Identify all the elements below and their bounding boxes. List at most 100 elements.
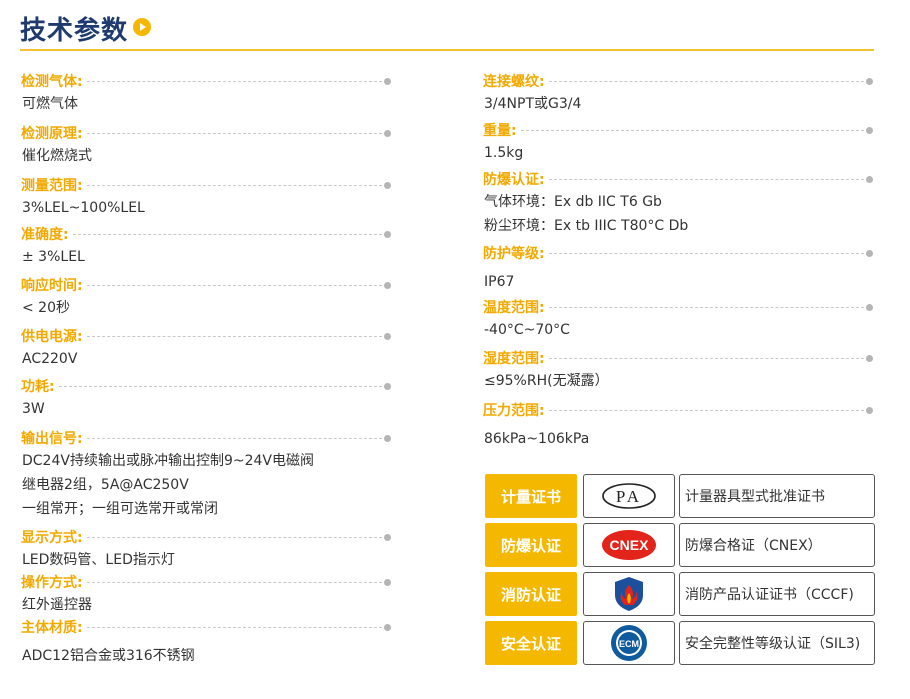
spec-label: 功耗:: [21, 379, 55, 395]
spec-item: 供电电源: AC220V: [21, 325, 391, 375]
spec-value: 86kPa~106kPa: [484, 431, 590, 447]
bullet-dot-icon: [384, 578, 391, 586]
bullet-dot-icon: [866, 354, 873, 362]
leader-line: [86, 581, 382, 583]
spec-label: 检测气体:: [21, 74, 83, 90]
bullet-dot-icon: [384, 623, 391, 631]
spec-item: 连接螺纹: 3/4NPT或G3/4: [483, 70, 873, 119]
spec-value: 催化燃烧式: [22, 148, 92, 164]
leader-line: [86, 437, 382, 439]
leader-line: [86, 284, 382, 286]
spec-label: 测量范围:: [21, 178, 83, 194]
spec-label: 操作方式:: [21, 575, 83, 591]
cccf-fire-shield-icon: [583, 572, 675, 616]
pa-logo-text: PA: [616, 487, 642, 506]
spec-value: 可燃气体: [22, 96, 78, 112]
cert-description: 计量器具型式批准证书: [679, 474, 875, 518]
spec-item: 准确度: ± 3%LEL: [21, 223, 391, 274]
spec-value: ADC12铝合金或316不锈钢: [22, 648, 195, 664]
arrow-right-icon: [133, 18, 151, 36]
cnex-icon: CNEX: [583, 523, 675, 567]
spec-item: 防爆认证: 气体环境：Ex db IIC T6 Gb 粉尘环境：Ex tb II…: [483, 168, 873, 242]
bullet-dot-icon: [866, 77, 873, 85]
spec-list-left: 检测气体: 可燃气体 检测原理: 催化燃烧式 测量范围: 3%LEL~100%L…: [21, 70, 391, 668]
bullet-dot-icon: [384, 129, 391, 137]
cert-description: 安全完整性等级认证（SIL3): [679, 621, 875, 665]
spec-value: 3W: [22, 401, 45, 417]
spec-label: 压力范围:: [483, 403, 545, 419]
leader-line: [548, 357, 864, 359]
leader-line: [548, 178, 864, 180]
spec-item: 响应时间: < 20秒: [21, 274, 391, 325]
spec-label: 响应时间:: [21, 278, 83, 294]
bullet-dot-icon: [384, 281, 391, 289]
ecm-logo-text: ECM: [619, 639, 639, 649]
bullet-dot-icon: [384, 77, 391, 85]
bullet-dot-icon: [384, 382, 391, 390]
spec-value: 3/4NPT或G3/4: [484, 96, 582, 112]
spec-value: ± 3%LEL: [22, 249, 85, 265]
cert-tag: 安全认证: [485, 621, 577, 665]
bullet-dot-icon: [866, 406, 873, 414]
spec-item: 防护等级: IP67: [483, 242, 873, 296]
bullet-dot-icon: [384, 230, 391, 238]
leader-line: [86, 132, 382, 134]
spec-item: 操作方式: 红外遥控器: [21, 571, 391, 616]
spec-item: 压力范围: 86kPa~106kPa: [483, 399, 873, 451]
spec-label: 供电电源:: [21, 329, 83, 345]
bullet-dot-icon: [384, 332, 391, 340]
bullet-dot-icon: [384, 434, 391, 442]
cert-tag: 消防认证: [485, 572, 577, 616]
cert-tag: 计量证书: [485, 474, 577, 518]
bullet-dot-icon: [866, 303, 873, 311]
spec-label: 显示方式:: [21, 530, 83, 546]
spec-value: 3%LEL~100%LEL: [22, 200, 145, 216]
spec-item: 温度范围: -40°C~70°C: [483, 296, 873, 347]
spec-item: 显示方式: LED数码管、LED指示灯: [21, 526, 391, 571]
title-divider: [20, 49, 874, 51]
spec-label: 检测原理:: [21, 126, 83, 142]
cert-row: 计量证书 PA 计量器具型式批准证书: [485, 474, 875, 518]
spec-value: ≤95%RH(无凝露）: [484, 373, 609, 389]
cert-description: 防爆合格证（CNEX）: [679, 523, 875, 567]
spec-value: 气体环境：Ex db IIC T6 Gb: [484, 194, 662, 210]
cnex-logo-text: CNEX: [610, 537, 650, 553]
spec-label: 湿度范围:: [483, 351, 545, 367]
leader-line: [548, 252, 864, 254]
spec-value: LED数码管、LED指示灯: [22, 552, 175, 568]
page-title: 技术参数: [20, 16, 129, 46]
spec-item: 湿度范围: ≤95%RH(无凝露）: [483, 347, 873, 399]
spec-value: 红外遥控器: [22, 597, 92, 613]
leader-line: [548, 409, 864, 411]
leader-line: [548, 306, 864, 308]
spec-label: 温度范围:: [483, 300, 545, 316]
spec-item: 重量: 1.5kg: [483, 119, 873, 168]
spec-value: IP67: [484, 274, 515, 290]
leader-line: [520, 129, 864, 131]
spec-label: 防护等级:: [483, 246, 545, 262]
ecm-sil-seal-icon: ECM: [583, 621, 675, 665]
spec-value: -40°C~70°C: [484, 322, 570, 338]
spec-value: < 20秒: [22, 300, 70, 316]
spec-value: DC24V持续输出或脉冲输出控制9~24V电磁阀: [22, 453, 314, 469]
spec-value: 继电器2组，5A@AC250V: [22, 477, 189, 493]
leader-line: [86, 80, 382, 82]
spec-label: 重量:: [483, 123, 517, 139]
cert-description: 消防产品认证证书（CCCF): [679, 572, 875, 616]
leader-line: [86, 536, 382, 538]
spec-item: 主体材质: ADC12铝合金或316不锈钢: [21, 616, 391, 668]
certification-table: 计量证书 PA 计量器具型式批准证书 防爆认证 CNEX 防爆合格证（CNEX）…: [485, 474, 875, 670]
cert-row: 防爆认证 CNEX 防爆合格证（CNEX）: [485, 523, 875, 567]
leader-line: [58, 385, 382, 387]
leader-line: [548, 80, 864, 82]
spec-item: 检测原理: 催化燃烧式: [21, 122, 391, 174]
spec-value: 1.5kg: [484, 145, 524, 161]
bullet-dot-icon: [866, 126, 873, 134]
spec-label: 输出信号:: [21, 431, 83, 447]
leader-line: [86, 184, 382, 186]
leader-line: [72, 233, 382, 235]
spec-item: 输出信号: DC24V持续输出或脉冲输出控制9~24V电磁阀 继电器2组，5A@…: [21, 427, 391, 526]
spec-label: 连接螺纹:: [483, 74, 545, 90]
pa-metrology-icon: PA: [583, 474, 675, 518]
spec-value: 一组常开；一组可选常开或常闭: [22, 501, 218, 517]
